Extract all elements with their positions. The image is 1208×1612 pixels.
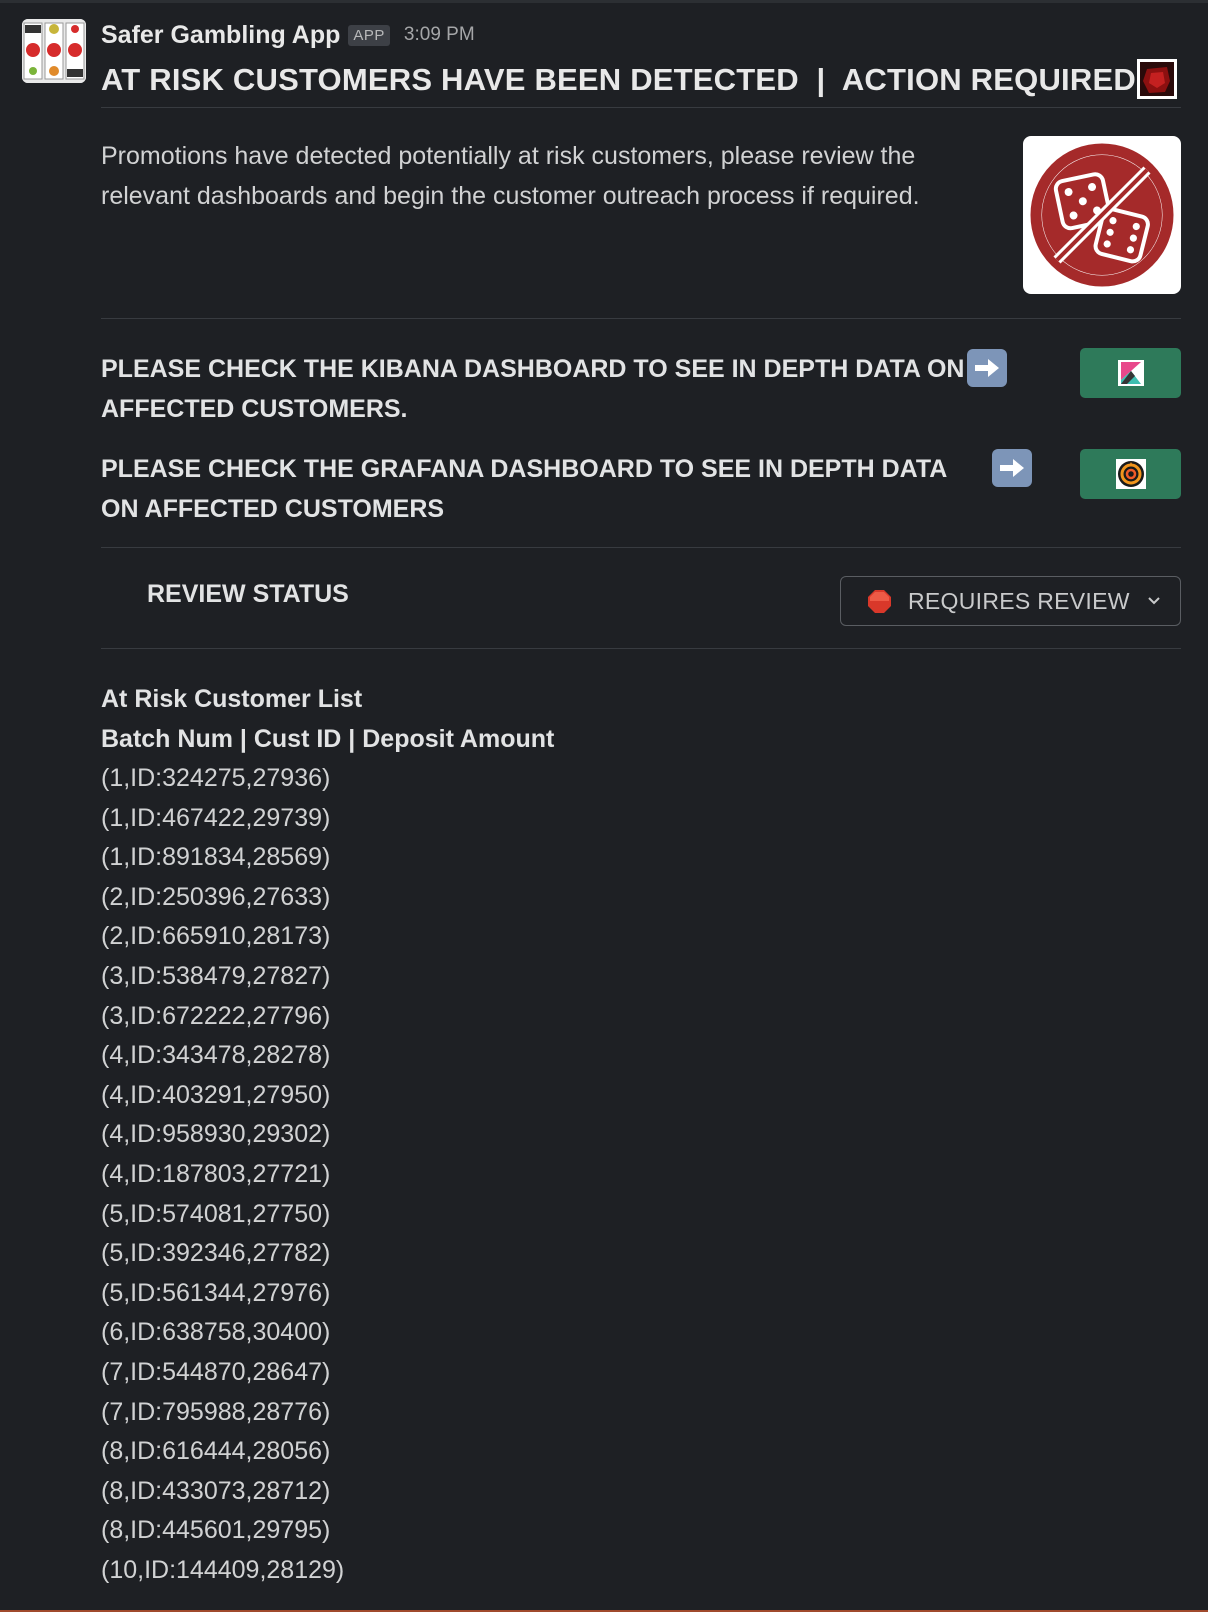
customer-list-columns: Batch Num | Cust ID | Deposit Amount [101, 725, 555, 753]
stop-sign-icon [868, 589, 891, 613]
grafana-link-row: PLEASE CHECK THE GRAFANA DASHBOARD TO SE… [101, 449, 1181, 549]
list-item: (1,ID:891834,28569) [101, 843, 331, 872]
promo-section: Promotions have detected potentially at … [101, 108, 1181, 318]
kibana-link-row: PLEASE CHECK THE KIBANA DASHBOARD TO SEE… [101, 348, 1181, 449]
app-badge: APP [348, 24, 390, 46]
list-item: (4,ID:343478,28278) [101, 1041, 331, 1070]
kibana-dashboard-button[interactable] [1080, 348, 1181, 398]
grafana-logo-icon [1115, 459, 1146, 489]
customer-list-rows: (1,ID:324275,27936) (1,ID:467422,29739) … [101, 759, 1181, 1590]
list-item: (1,ID:324275,27936) [101, 764, 331, 792]
grafana-dashboard-button[interactable] [1080, 449, 1181, 499]
message-meta: Safer Gambling App APP 3:09 PM [101, 17, 1181, 53]
review-status-value: REQUIRES REVIEW [908, 587, 1130, 614]
header-title: AT RISK CUSTOMERS HAVE BEEN DETECTED | A… [101, 62, 1136, 97]
message-content: Safer Gambling App APP 3:09 PM AT RISK C… [101, 17, 1181, 1590]
list-item: (8,ID:433073,28712) [101, 1476, 331, 1505]
list-item: (8,ID:616444,28056) [101, 1437, 331, 1466]
review-status-label: REVIEW STATUS [147, 580, 349, 608]
kibana-link-text: PLEASE CHECK THE KIBANA DASHBOARD TO SEE… [101, 355, 965, 423]
customer-list-title: At Risk Customer List [101, 685, 363, 713]
list-item: (3,ID:538479,27827) [101, 961, 331, 990]
no-gambling-dice-icon[interactable] [1023, 136, 1181, 294]
slack-message-frame: Safer Gambling App APP 3:09 PM AT RISK C… [0, 0, 1208, 1612]
list-item: (4,ID:958930,29302) [101, 1120, 331, 1149]
message-timestamp[interactable]: 3:09 PM [404, 24, 475, 46]
list-item: (4,ID:403291,27950) [101, 1080, 331, 1109]
chevron-down-icon [1148, 597, 1160, 605]
right-arrow-icon [967, 349, 1007, 387]
list-item: (7,ID:795988,28776) [101, 1397, 331, 1426]
list-item: (3,ID:672222,27796) [101, 1001, 331, 1030]
list-item: (6,ID:638758,30400) [101, 1318, 331, 1347]
list-item: (5,ID:392346,27782) [101, 1239, 331, 1268]
right-arrow-icon [992, 449, 1032, 487]
list-item: (1,ID:467422,29739) [101, 803, 331, 832]
customer-list: At Risk Customer List Batch Num | Cust I… [101, 649, 1181, 1590]
divider [101, 318, 1181, 319]
review-status-row: REVIEW STATUS REQUIRES REVIEW [101, 548, 1181, 648]
list-item: (4,ID:187803,27721) [101, 1159, 331, 1188]
alert-header: AT RISK CUSTOMERS HAVE BEEN DETECTED | A… [101, 53, 1181, 107]
promo-body-text: Promotions have detected potentially at … [101, 142, 920, 210]
list-item: (5,ID:574081,27750) [101, 1199, 331, 1228]
list-item: (2,ID:250396,27633) [101, 882, 331, 911]
kibana-logo-icon [1117, 360, 1144, 386]
review-status-dropdown[interactable]: REQUIRES REVIEW [840, 576, 1181, 626]
list-item: (7,ID:544870,28647) [101, 1357, 331, 1386]
list-item: (2,ID:665910,28173) [101, 922, 331, 951]
red-gem-icon [1137, 59, 1177, 99]
slot-machine-avatar-icon[interactable] [22, 19, 86, 83]
list-item: (10,ID:144409,28129) [101, 1555, 345, 1584]
sender-name[interactable]: Safer Gambling App [101, 21, 340, 50]
list-item: (8,ID:445601,29795) [101, 1516, 331, 1545]
grafana-link-text: PLEASE CHECK THE GRAFANA DASHBOARD TO SE… [101, 455, 947, 523]
list-item: (5,ID:561344,27976) [101, 1278, 331, 1307]
